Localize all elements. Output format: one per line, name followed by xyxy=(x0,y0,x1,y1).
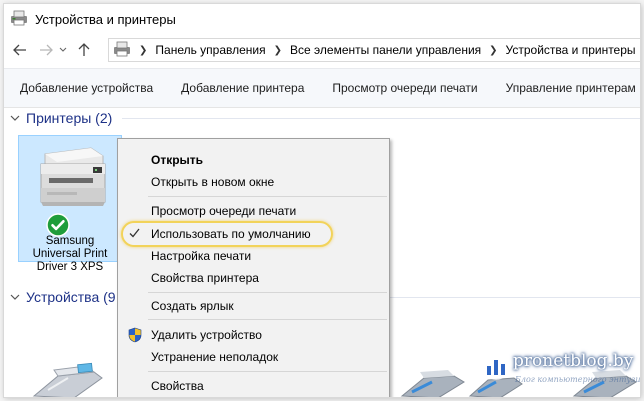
up-button[interactable] xyxy=(74,39,94,61)
menu-separator xyxy=(148,196,387,197)
menu-item-label: Свойства принтера xyxy=(151,271,259,285)
menu-item-open-new-window[interactable]: Открыть в новом окне xyxy=(118,171,389,193)
breadcrumb-control-panel[interactable]: Панель управления xyxy=(155,43,265,57)
arrow-left-icon xyxy=(13,44,26,56)
printer-tile-samsung[interactable]: Samsung Universal Print Driver 3 XPS xyxy=(18,135,122,273)
watermark-logo-icon xyxy=(481,351,511,384)
menu-item-label: Настройка печати xyxy=(151,249,252,263)
navigation-bar: ❯ Панель управления ❯ Все элементы панел… xyxy=(4,36,640,64)
printer-label-line: Samsung xyxy=(45,235,95,247)
devices-group-header[interactable]: Устройства (9 xyxy=(10,287,130,307)
forward-button[interactable] xyxy=(36,39,56,61)
arrow-up-icon xyxy=(78,43,90,56)
breadcrumb-separator-icon[interactable]: ❯ xyxy=(139,45,147,56)
command-bar: Добавление устройства Добавление принтер… xyxy=(4,68,640,108)
control-panel-location-icon xyxy=(113,41,131,60)
context-menu: Открыть Открыть в новом окне Просмотр оч… xyxy=(117,138,390,397)
menu-separator xyxy=(148,292,387,293)
menu-item-label: Просмотр очереди печати xyxy=(151,204,297,218)
group-divider xyxy=(390,297,640,298)
menu-item-properties[interactable]: Свойства xyxy=(118,375,389,397)
add-printer-button[interactable]: Добавление принтера xyxy=(167,81,318,95)
address-bar[interactable]: ❯ Панель управления ❯ Все элементы панел… xyxy=(108,38,640,62)
chevron-down-icon xyxy=(10,294,20,300)
watermark-tagline: Блог компьютерного энтузиаста xyxy=(515,375,640,384)
watermark-text: pronetblog.by xyxy=(513,351,634,371)
menu-item-troubleshoot[interactable]: Устранение неполадок xyxy=(118,346,389,368)
devices-printers-app-icon xyxy=(10,10,28,29)
watermark: pronetblog.by Блог компьютерного энтузиа… xyxy=(467,349,640,395)
printers-group-header[interactable]: Принтеры (2) xyxy=(10,108,640,128)
breadcrumb-separator-icon[interactable]: ❯ xyxy=(489,45,497,56)
printer-label: Samsung Universal Print Driver 3 XPS xyxy=(19,235,121,274)
menu-item-label: Открыть в новом окне xyxy=(151,175,275,189)
menu-item-printer-properties[interactable]: Свойства принтера xyxy=(118,267,389,289)
menu-item-view-print-queue[interactable]: Просмотр очереди печати xyxy=(118,200,389,222)
breadcrumb-all-items[interactable]: Все элементы панели управления xyxy=(290,43,481,57)
view-print-queue-button[interactable]: Просмотр очереди печати xyxy=(318,81,491,95)
menu-item-create-shortcut[interactable]: Создать ярлык xyxy=(118,295,389,317)
menu-item-label: Устранение неполадок xyxy=(151,350,279,364)
devices-group-label: Устройства (9 xyxy=(26,289,116,305)
printer-management-button[interactable]: Управление принтерам xyxy=(492,81,640,95)
printers-group-label: Принтеры (2) xyxy=(26,110,113,126)
title-bar: Устройства и принтеры xyxy=(4,4,640,34)
menu-item-open[interactable]: Открыть xyxy=(118,149,389,171)
menu-separator xyxy=(148,319,387,320)
menu-item-label: Удалить устройство xyxy=(151,328,262,342)
arrow-right-icon xyxy=(40,44,53,56)
usb-drive-icon[interactable] xyxy=(28,362,108,397)
device-icon[interactable] xyxy=(398,366,468,397)
menu-separator xyxy=(148,371,387,372)
chevron-down-icon xyxy=(10,115,20,121)
highlight-annotation xyxy=(121,221,333,247)
breadcrumb-separator-icon[interactable]: ❯ xyxy=(274,45,282,56)
printer-icon xyxy=(31,144,111,219)
printer-label-line: Driver 3 XPS xyxy=(36,261,104,273)
printer-label-line: Universal Print xyxy=(32,248,108,260)
recent-locations-button[interactable] xyxy=(56,39,70,61)
window: Устройства и принтеры ❯ Панель управлени… xyxy=(4,4,640,397)
add-device-button[interactable]: Добавление устройства xyxy=(4,81,167,95)
menu-item-remove-device[interactable]: Удалить устройство xyxy=(118,324,389,346)
uac-shield-icon xyxy=(128,327,142,346)
window-title: Устройства и принтеры xyxy=(35,11,176,27)
breadcrumb-devices-printers[interactable]: Устройства и принтеры xyxy=(506,43,636,57)
menu-item-label: Свойства xyxy=(151,379,204,393)
menu-item-label: Создать ярлык xyxy=(151,299,234,313)
chevron-down-icon xyxy=(59,47,67,52)
back-button[interactable] xyxy=(10,39,30,61)
group-divider xyxy=(122,118,640,119)
menu-item-label: Открыть xyxy=(151,153,204,167)
menu-item-print-settings[interactable]: Настройка печати xyxy=(118,245,389,267)
